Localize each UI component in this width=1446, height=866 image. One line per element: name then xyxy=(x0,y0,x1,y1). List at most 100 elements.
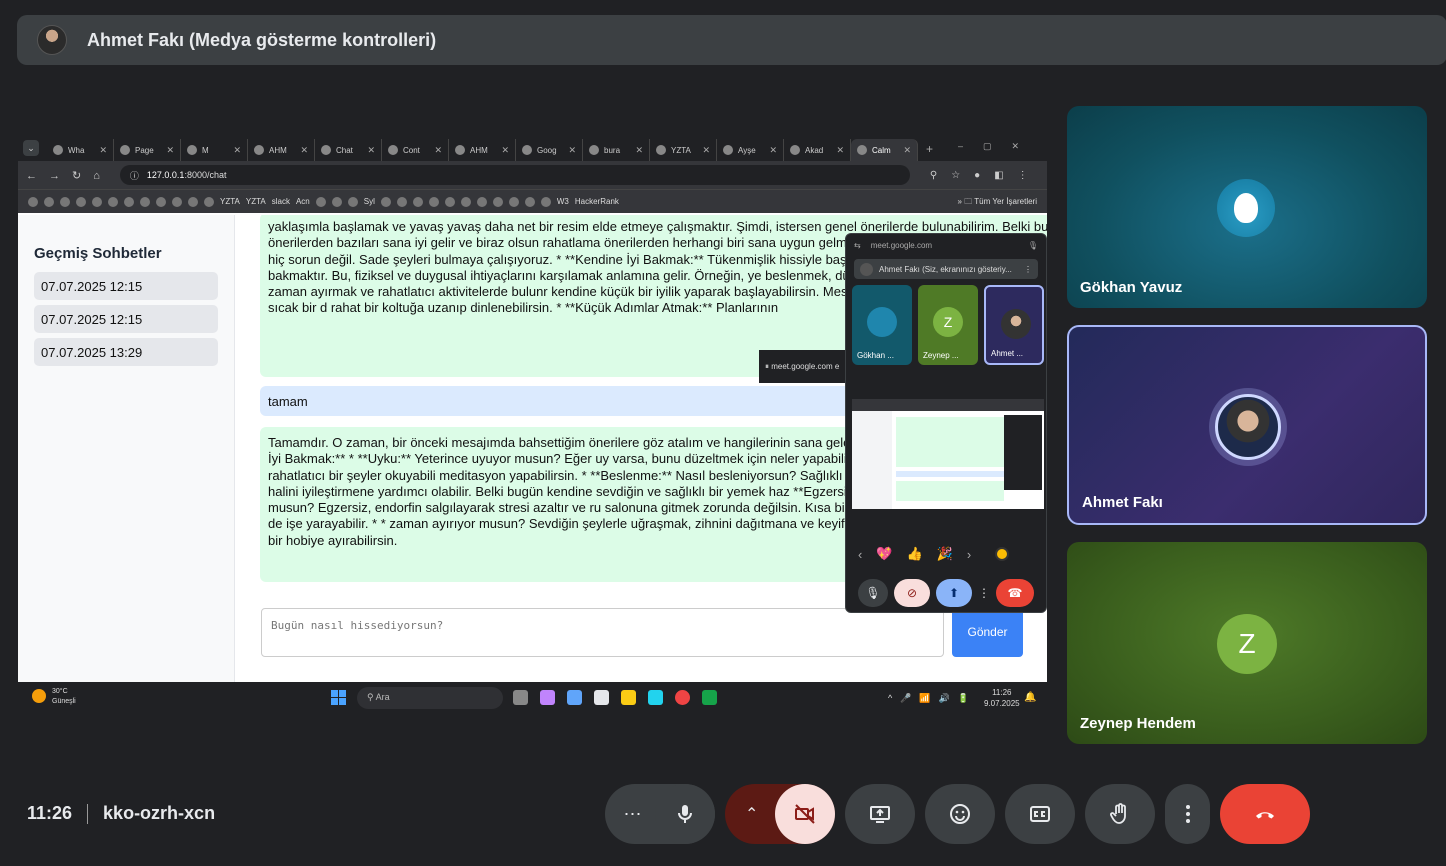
present-button[interactable] xyxy=(845,784,915,844)
more-icon[interactable]: ⋮ xyxy=(1024,265,1032,274)
browser-tab[interactable]: Ayşe ✕ xyxy=(717,139,784,161)
bookmark-icon[interactable] xyxy=(92,196,102,207)
browser-tab[interactable]: Page ✕ xyxy=(114,139,181,161)
bookmark-icon[interactable] xyxy=(460,196,471,207)
browser-tab[interactable]: AHM ✕ xyxy=(449,139,516,161)
mini-tile[interactable]: Z Zeynep ... xyxy=(918,285,978,365)
settings-icon[interactable]: ⇆ xyxy=(854,241,861,250)
captions-button[interactable] xyxy=(1005,784,1075,844)
bookmark-icon[interactable] xyxy=(508,196,519,207)
mic-icon[interactable]: 🎙 xyxy=(1028,241,1038,250)
bookmark-icon[interactable] xyxy=(76,196,86,207)
weather-widget[interactable]: 30°C Güneşli xyxy=(32,687,76,707)
more-options-button[interactable] xyxy=(1165,784,1210,844)
meeting-code[interactable]: kko-ozrh-xcn xyxy=(103,803,215,824)
browser-tab[interactable]: Akad ✕ xyxy=(784,139,851,161)
windows-start-icon[interactable] xyxy=(331,690,346,705)
mini-camera-button[interactable]: ⊘ xyxy=(894,579,930,607)
browser-tab[interactable]: Goog ✕ xyxy=(516,139,583,161)
bookmark-icon[interactable] xyxy=(204,196,214,207)
bookmark-icon[interactable] xyxy=(331,196,342,207)
notification-icon[interactable]: 🔔 xyxy=(1024,692,1036,703)
participant-tile[interactable]: Ahmet Fakı xyxy=(1067,325,1427,525)
url-field[interactable]: ⓘ 127.0.0.1:8000/chat xyxy=(119,165,910,185)
bookmark-icon[interactable] xyxy=(476,196,487,207)
nav-arrows-icon[interactable]: ←→↻⌂ xyxy=(26,169,112,182)
close-tab-icon[interactable]: ✕ xyxy=(233,145,241,156)
camera-off-button[interactable] xyxy=(775,784,835,844)
bookmark-yzta[interactable]: YZTA xyxy=(220,197,240,206)
bookmark-icon[interactable] xyxy=(172,196,182,207)
chevron-up-icon[interactable]: ⌃ xyxy=(745,804,758,824)
bookmark-syl[interactable]: Syl xyxy=(364,197,375,206)
close-tab-icon[interactable]: ✕ xyxy=(367,145,375,156)
message-input[interactable]: Bugün nasıl hissediyorsun? xyxy=(261,608,944,657)
pycharm-icon[interactable] xyxy=(702,690,717,705)
close-tab-icon[interactable]: ✕ xyxy=(568,145,576,156)
raise-hand-button[interactable] xyxy=(1085,784,1155,844)
close-tab-icon[interactable]: ✕ xyxy=(434,145,442,156)
bookmark-w3[interactable]: W3 xyxy=(557,197,569,206)
browser-tab[interactable]: Cont ✕ xyxy=(382,139,449,161)
mini-end-call-button[interactable]: ☎ xyxy=(996,579,1034,607)
browser-tab[interactable]: Chat ✕ xyxy=(315,139,382,161)
system-tray[interactable]: ^🎤📶🔊🔋 xyxy=(888,693,977,704)
reaction-heart[interactable]: 💖 xyxy=(876,546,892,562)
close-tab-icon[interactable]: ✕ xyxy=(300,145,308,156)
bookmark-icon[interactable] xyxy=(492,196,503,207)
bookmark-icon[interactable] xyxy=(347,196,358,207)
reaction-thumbs-up[interactable]: 👍 xyxy=(907,546,923,562)
mini-more-button[interactable]: ⋮ xyxy=(978,579,990,607)
history-item[interactable]: 07.07.2025 12:15 xyxy=(34,305,218,333)
history-item[interactable]: 07.07.2025 13:29 xyxy=(34,338,218,366)
mini-mic-button[interactable]: 🎙 xyxy=(858,579,888,607)
bookmark-icon[interactable] xyxy=(396,196,407,207)
bookmark-icon[interactable] xyxy=(380,196,391,207)
copilot-icon[interactable] xyxy=(567,690,582,705)
all-bookmarks[interactable]: » 🗀 Tüm Yer İşaretleri xyxy=(958,196,1037,210)
browser-tab[interactable]: bura ✕ xyxy=(583,139,650,161)
close-tab-icon[interactable]: ✕ xyxy=(99,145,107,156)
window-controls[interactable]: –▢✕ xyxy=(958,141,1039,152)
mini-presenting-bar[interactable]: Ahmet Fakı (Siz, ekranınızı gösteriy... … xyxy=(854,259,1038,279)
history-item[interactable]: 07.07.2025 12:15 xyxy=(34,272,218,300)
explorer-icon[interactable] xyxy=(621,690,636,705)
bookmark-acn[interactable]: Acn xyxy=(296,197,310,206)
participant-tile[interactable]: Gökhan Yavuz xyxy=(1067,106,1427,308)
participant-tile[interactable]: Z Zeynep Hendem xyxy=(1067,542,1427,744)
bookmark-icon[interactable] xyxy=(188,196,198,207)
close-tab-icon[interactable]: ✕ xyxy=(166,145,174,156)
mic-button[interactable] xyxy=(655,784,715,844)
bookmark-icon[interactable] xyxy=(315,196,326,207)
reaction-skin-tone[interactable] xyxy=(995,547,1010,561)
bookmark-icon[interactable] xyxy=(540,196,551,207)
browser-tab[interactable]: AHM ✕ xyxy=(248,139,315,161)
close-tab-icon[interactable]: ✕ xyxy=(635,145,643,156)
bookmark-icon[interactable] xyxy=(124,196,134,207)
chrome-icon[interactable] xyxy=(675,690,690,705)
bookmark-icon[interactable] xyxy=(140,196,150,207)
close-tab-icon[interactable]: ✕ xyxy=(769,145,777,156)
taskbar-search[interactable]: ⚲ Ara xyxy=(357,687,503,709)
taskbar-clock[interactable]: 11:26 9.07.2025 xyxy=(984,687,1020,709)
close-tab-icon[interactable]: ✕ xyxy=(702,145,710,156)
browser-tab[interactable]: Calm ✕ xyxy=(851,139,918,161)
bookmark-slack[interactable]: slack xyxy=(272,197,290,206)
close-tab-icon[interactable]: ✕ xyxy=(501,145,509,156)
mini-tile[interactable]: Gökhan ... xyxy=(852,285,912,365)
pause-icon[interactable]: ⏸ xyxy=(765,362,769,371)
bookmark-yzta-2[interactable]: YZTA xyxy=(246,197,266,206)
bookmark-icon[interactable] xyxy=(428,196,439,207)
tab-search-icon[interactable]: ⌄ xyxy=(23,140,39,156)
bookmark-hackerrank[interactable]: HackerRank xyxy=(575,197,619,206)
bookmark-icon[interactable] xyxy=(44,196,54,207)
presenter-bar[interactable]: Ahmet Fakı (Medya gösterme kontrolleri) xyxy=(17,15,1446,65)
close-tab-icon[interactable]: ✕ xyxy=(903,145,911,156)
apps-icon[interactable] xyxy=(28,196,38,207)
browser-tab[interactable]: YZTA ✕ xyxy=(650,139,717,161)
store-icon[interactable] xyxy=(594,690,609,705)
close-tab-icon[interactable]: ✕ xyxy=(836,145,844,156)
chevron-right-icon[interactable]: › xyxy=(967,547,971,562)
mini-tile[interactable]: Ahmet ... xyxy=(984,285,1044,365)
send-button[interactable]: Gönder xyxy=(952,608,1023,657)
